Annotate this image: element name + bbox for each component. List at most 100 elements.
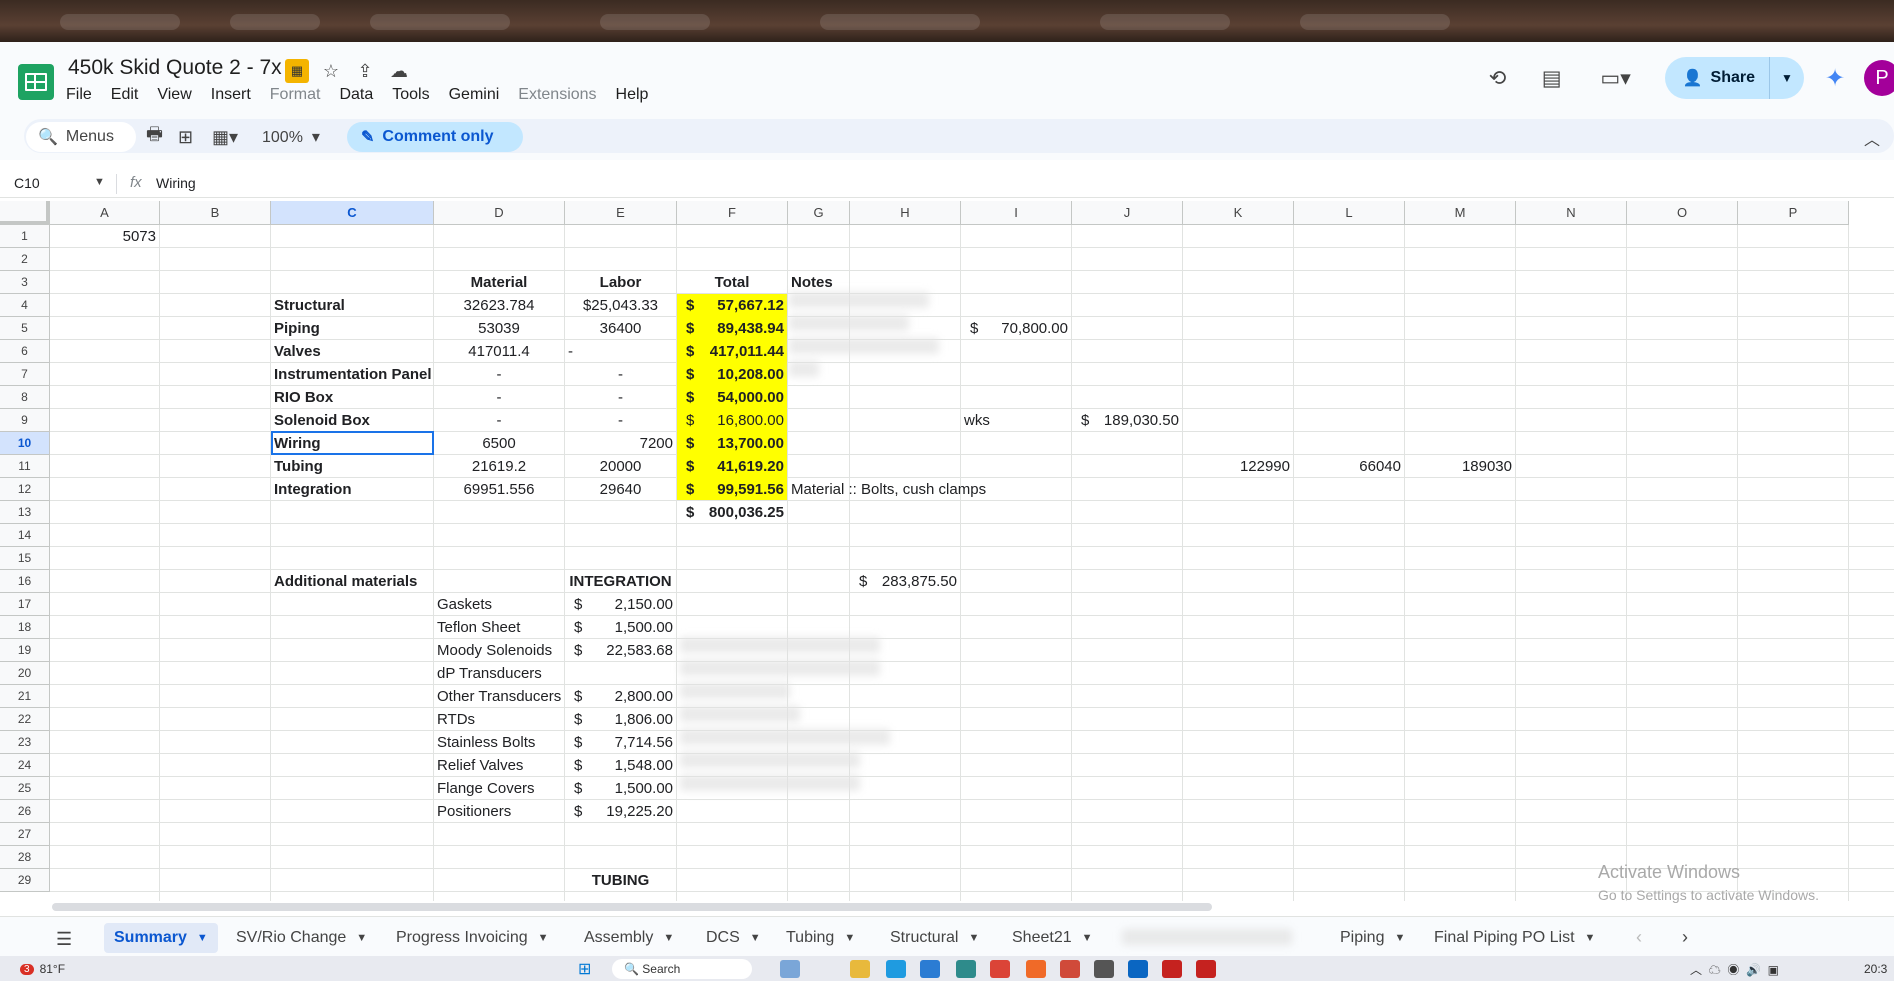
menu-view[interactable]: View	[157, 86, 202, 104]
column-header-i[interactable]: I	[961, 201, 1072, 225]
column-header-b[interactable]: B	[160, 201, 271, 225]
cell-e17[interactable]: $2,150.00	[565, 593, 676, 616]
row-header-18[interactable]: 18	[0, 616, 50, 639]
cell-e6[interactable]: -	[565, 340, 676, 363]
search-menus-button[interactable]: 🔍 Menus	[26, 122, 136, 152]
cell-c6[interactable]: Valves	[271, 340, 433, 363]
row-header-1[interactable]: 1	[0, 225, 50, 248]
cell-d11[interactable]: 21619.2	[434, 455, 564, 478]
menu-tools[interactable]: Tools	[392, 86, 440, 104]
chevron-down-icon[interactable]: ▼	[663, 932, 674, 944]
row-header-2[interactable]: 2	[0, 248, 50, 271]
cell-j9[interactable]: $189,030.50	[1072, 409, 1182, 432]
cell-a1[interactable]: 5073	[50, 225, 159, 248]
row-header-29[interactable]: 29	[0, 869, 50, 892]
cell-h16[interactable]: $283,875.50	[850, 570, 960, 593]
cell-d7[interactable]: -	[434, 363, 564, 386]
outlook-icon[interactable]	[920, 960, 940, 978]
scroll-tabs-left-icon[interactable]: ‹	[1636, 927, 1642, 948]
menu-help[interactable]: Help	[616, 86, 660, 104]
all-sheets-icon[interactable]: ☰	[56, 929, 72, 950]
row-header-22[interactable]: 22	[0, 708, 50, 731]
menu-edit[interactable]: Edit	[111, 86, 150, 104]
clock[interactable]: 20:3	[1864, 959, 1887, 979]
column-header-p[interactable]: P	[1738, 201, 1849, 225]
cell-e8[interactable]: -	[565, 386, 676, 409]
cell-k11[interactable]: 122990	[1183, 455, 1293, 478]
cell-f6[interactable]: $417,011.44	[677, 340, 787, 363]
chevron-down-icon[interactable]: ▼	[1082, 932, 1093, 944]
app-icon-4[interactable]	[1128, 960, 1148, 978]
name-box[interactable]: C10	[14, 175, 40, 191]
print-icon[interactable]: 🖶	[146, 124, 163, 150]
cell-c16[interactable]: Additional materials	[271, 570, 433, 593]
scroll-tabs-right-icon[interactable]: ›	[1682, 927, 1688, 948]
row-header-26[interactable]: 26	[0, 800, 50, 823]
cell-d22[interactable]: RTDs	[434, 708, 564, 731]
cell-f10[interactable]: $13,700.00	[677, 432, 787, 455]
sheet-type-icon[interactable]: ▦	[285, 59, 309, 83]
cell-f9[interactable]: $16,800.00	[677, 409, 787, 432]
cell-d21[interactable]: Other Transducers	[434, 685, 564, 708]
gemini-icon[interactable]: ✦	[1820, 63, 1850, 93]
cell-f7[interactable]: $10,208.00	[677, 363, 787, 386]
cell-d12[interactable]: 69951.556	[434, 478, 564, 501]
collapse-menus-icon[interactable]: ︿	[1864, 126, 1880, 150]
redacted-sheet-tab[interactable]	[1122, 929, 1292, 945]
row-header-27[interactable]: 27	[0, 823, 50, 846]
comment-only-mode-button[interactable]: ✎ Comment only	[347, 122, 523, 152]
row-header-13[interactable]: 13	[0, 501, 50, 524]
cell-f8[interactable]: $54,000.00	[677, 386, 787, 409]
column-header-h[interactable]: H	[850, 201, 961, 225]
cell-d4[interactable]: 32623.784	[434, 294, 564, 317]
row-header-12[interactable]: 12	[0, 478, 50, 501]
sheet-tab-structural[interactable]: Structural ▼	[880, 923, 989, 953]
row-header-17[interactable]: 17	[0, 593, 50, 616]
gmail-icon[interactable]	[1162, 960, 1182, 978]
row-header-8[interactable]: 8	[0, 386, 50, 409]
cell-f11[interactable]: $41,619.20	[677, 455, 787, 478]
column-header-n[interactable]: N	[1516, 201, 1627, 225]
terminal-icon[interactable]	[1094, 960, 1114, 978]
column-header-j[interactable]: J	[1072, 201, 1183, 225]
cell-d25[interactable]: Flange Covers	[434, 777, 564, 800]
zoom-select[interactable]: 100% ▾	[262, 127, 320, 147]
insert-comment-icon[interactable]: ⊞	[178, 124, 193, 150]
chevron-down-icon[interactable]: ▼	[750, 932, 761, 944]
cell-e18[interactable]: $1,500.00	[565, 616, 676, 639]
sheets-logo-icon[interactable]	[18, 64, 54, 100]
cell-e9[interactable]: -	[565, 409, 676, 432]
star-icon[interactable]: ☆	[319, 59, 343, 83]
gmail-icon-2[interactable]	[1196, 960, 1216, 978]
chevron-down-icon[interactable]: ▼	[356, 932, 367, 944]
app-icon-2[interactable]	[956, 960, 976, 978]
name-box-caret-icon[interactable]: ▼	[94, 176, 105, 188]
column-header-e[interactable]: E	[565, 201, 677, 225]
row-header-7[interactable]: 7	[0, 363, 50, 386]
menu-insert[interactable]: Insert	[211, 86, 262, 104]
cell-f3[interactable]: Total	[677, 271, 787, 294]
menu-extensions[interactable]: Extensions	[518, 86, 607, 104]
column-header-o[interactable]: O	[1627, 201, 1738, 225]
file-explorer-icon[interactable]	[850, 960, 870, 978]
row-header-25[interactable]: 25	[0, 777, 50, 800]
app-icon-3[interactable]	[1060, 960, 1080, 978]
sheet-tab-dcs[interactable]: DCS ▼	[696, 923, 771, 953]
cell-d20[interactable]: dP Transducers	[434, 662, 564, 685]
sheet-tab-assembly[interactable]: Assembly ▼	[574, 923, 684, 953]
edge-icon[interactable]	[886, 960, 906, 978]
row-header-19[interactable]: 19	[0, 639, 50, 662]
cell-f4[interactable]: $57,667.12	[677, 294, 787, 317]
row-header-3[interactable]: 3	[0, 271, 50, 294]
row-header-5[interactable]: 5	[0, 317, 50, 340]
cell-e26[interactable]: $19,225.20	[565, 800, 676, 823]
taskbar-search[interactable]: 🔍 Search	[612, 959, 752, 979]
version-history-icon[interactable]: ⟲	[1483, 63, 1513, 93]
cell-d23[interactable]: Stainless Bolts	[434, 731, 564, 754]
sheet-tab-sv-rio-change[interactable]: SV/Rio Change ▼	[226, 923, 377, 953]
cell-i9[interactable]: wks	[961, 409, 1071, 432]
cell-e12[interactable]: 29640	[565, 478, 676, 501]
cell-d6[interactable]: 417011.4	[434, 340, 564, 363]
share-options-button[interactable]: ▼	[1770, 57, 1804, 99]
cell-l11[interactable]: 66040	[1294, 455, 1404, 478]
